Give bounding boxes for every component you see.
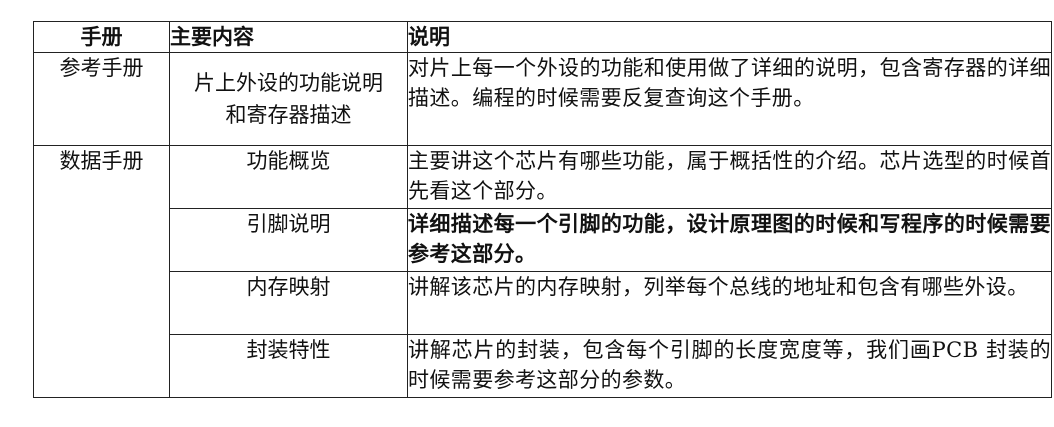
- table-row-feature-overview: 数据手册 功能概览 主要讲这个芯片有哪些功能，属于概括性的介绍。芯片选型的时候首…: [33, 145, 1052, 398]
- header-row: 手册 主要内容 说明: [33, 21, 1052, 53]
- content-cell: 封装特性: [169, 334, 408, 398]
- desc-cell: 详细描述每一个引脚的功能，设计原理图的时候和写程序的时候需要参考这部分。: [407, 208, 1052, 272]
- header-content: 主要内容: [169, 21, 408, 53]
- content-cell: 片上外设的功能说明和寄存器描述: [169, 52, 408, 146]
- desc-cell: 对片上每一个外设的功能和使用做了详细的说明，包含寄存器的详细描述。编程的时候需要…: [407, 52, 1052, 146]
- manual-table: 手册 主要内容 说明 参考手册 片上外设的功能说明和寄存器描述 对片上每一个外设…: [33, 21, 1052, 398]
- desc-cell: 讲解该芯片的内存映射，列举每个总线的地址和包含有哪些外设。: [407, 271, 1052, 335]
- header-manual: 手册: [33, 21, 170, 53]
- desc-cell: 主要讲这个芯片有哪些功能，属于概括性的介绍。芯片选型的时候首先看这个部分。: [407, 145, 1052, 209]
- table-row-package-info: 封装特性 讲解芯片的封装，包含每个引脚的长度宽度等，我们画PCB 封装的时候需要…: [34, 334, 1052, 398]
- content-cell: 内存映射: [169, 271, 408, 335]
- table-row-reference-manual: 参考手册 片上外设的功能说明和寄存器描述 对片上每一个外设的功能和使用做了详细的…: [33, 52, 1052, 146]
- content-cell: 功能概览: [169, 145, 408, 209]
- manual-name-cell: 数据手册: [33, 145, 170, 398]
- header-desc: 说明: [407, 21, 1052, 53]
- table-row-pin-description: 引脚说明 详细描述每一个引脚的功能，设计原理图的时候和写程序的时候需要参考这部分…: [34, 208, 1052, 272]
- manual-name-cell: 参考手册: [33, 52, 170, 146]
- content-cell: 引脚说明: [169, 208, 408, 272]
- desc-cell: 讲解芯片的封装，包含每个引脚的长度宽度等，我们画PCB 封装的时候需要参考这部分…: [407, 334, 1052, 398]
- table-row-memory-map: 内存映射 讲解该芯片的内存映射，列举每个总线的地址和包含有哪些外设。: [34, 271, 1052, 335]
